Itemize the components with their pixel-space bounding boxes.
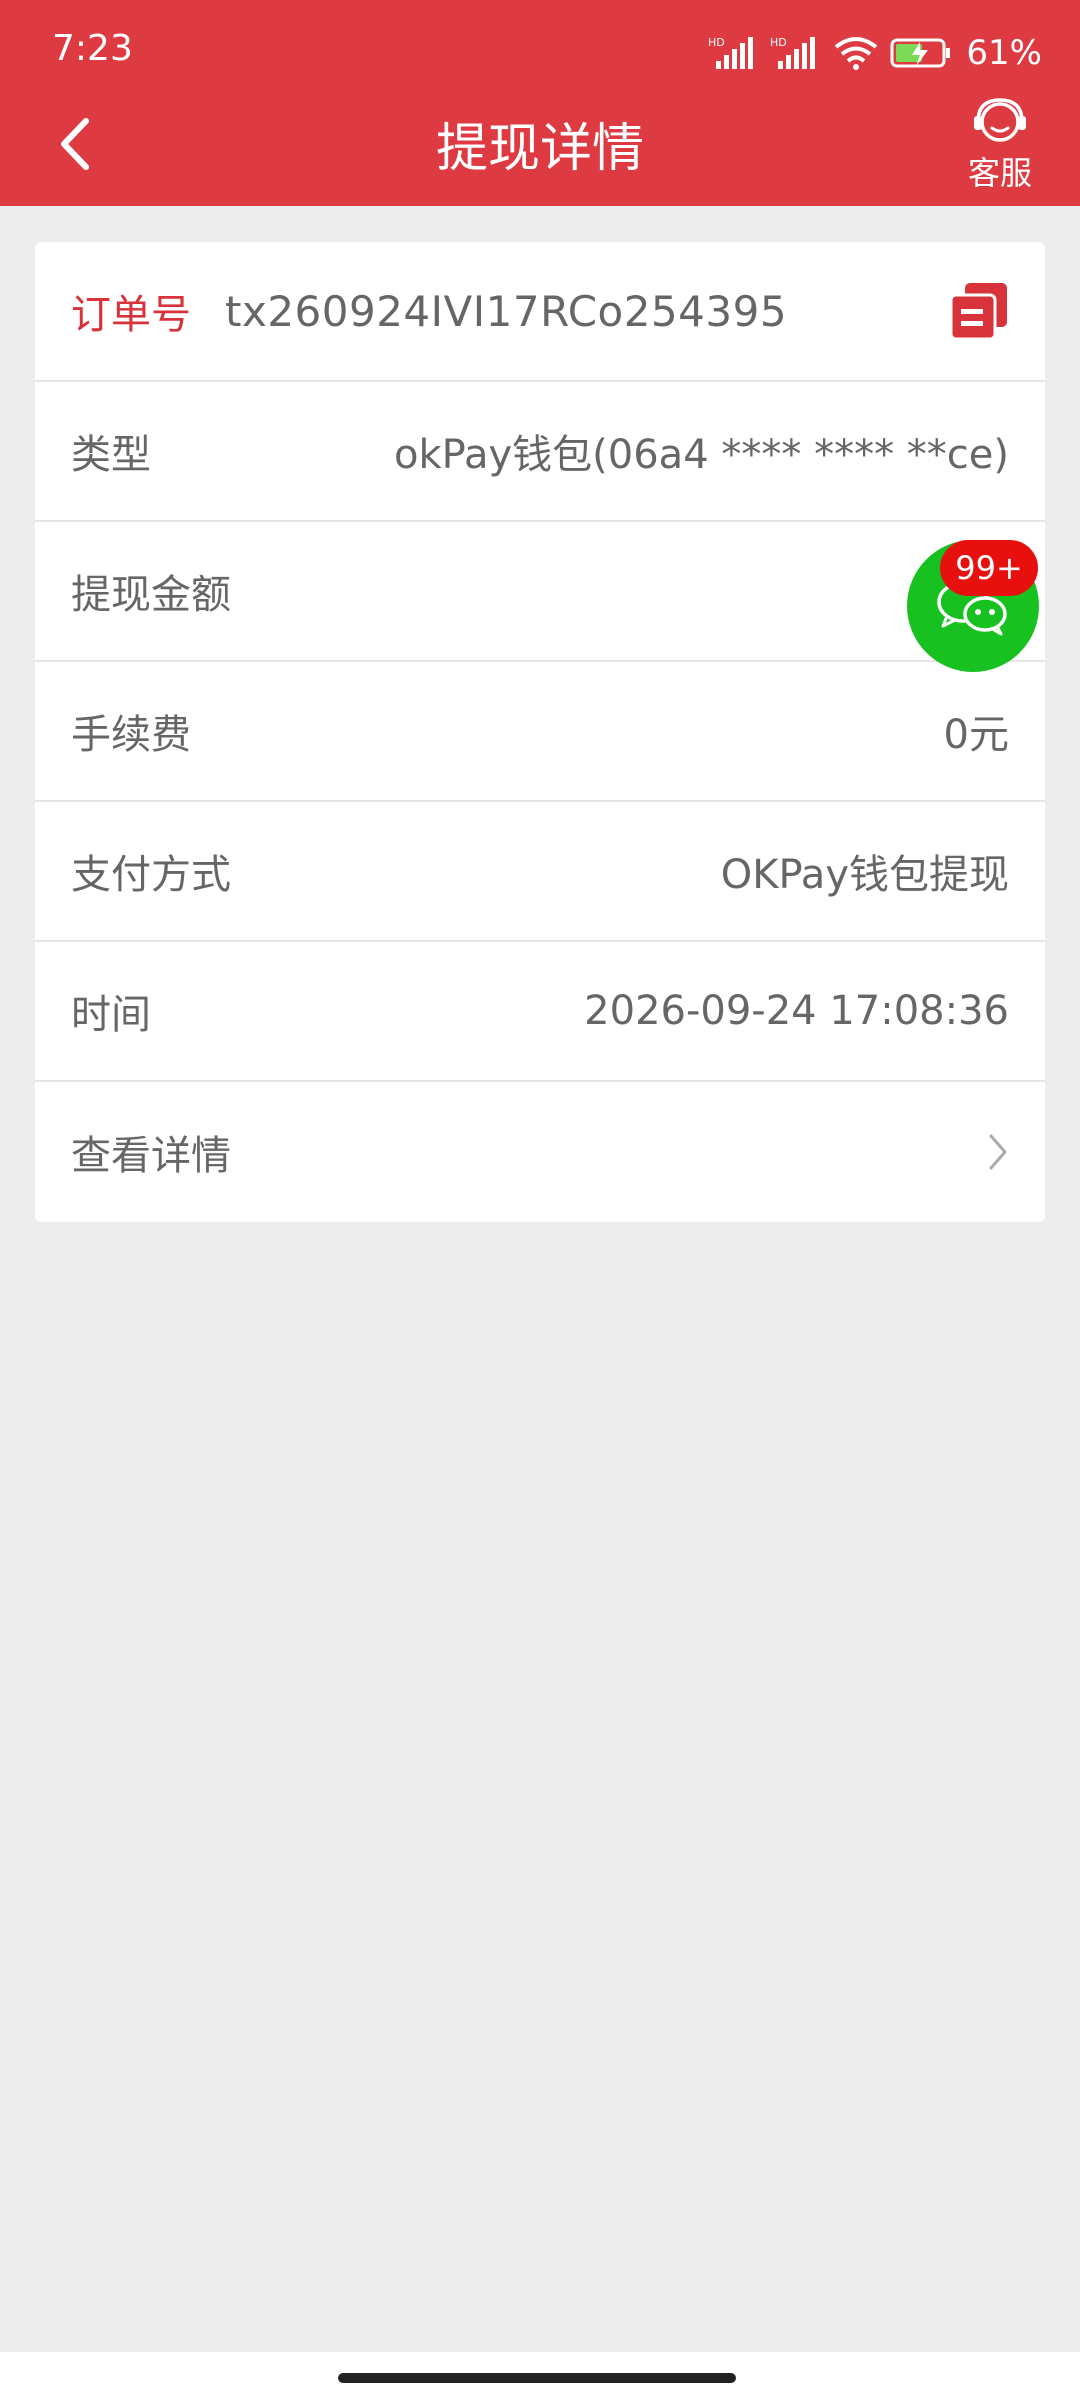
- headset-icon: [974, 98, 1026, 142]
- time-label: 时间: [71, 992, 151, 1038]
- amount-label: 提现金额: [71, 572, 231, 618]
- order-row: 订单号 tx260924IVI17RCo254395: [35, 242, 1045, 382]
- type-label: 类型: [71, 432, 151, 478]
- status-icons: HD HD 61%: [708, 28, 1042, 78]
- payment-method-value: OKPay钱包提现: [720, 852, 1009, 898]
- signal-icon: HD: [708, 36, 754, 69]
- time-value: 2026-09-24 17:08:36: [584, 988, 1009, 1034]
- page-title: 提现详情: [435, 119, 644, 179]
- amount-row: 提现金额 1: [35, 522, 1045, 662]
- withdrawal-detail-card: 订单号 tx260924IVI17RCo254395 类型 okPay钱包(06…: [35, 242, 1045, 1222]
- order-label: 订单号: [71, 292, 191, 338]
- chevron-right-icon: [989, 1134, 1007, 1170]
- view-details-row[interactable]: 查看详情: [35, 1082, 1045, 1222]
- svg-text:HD: HD: [770, 36, 787, 49]
- fee-label: 手续费: [71, 712, 191, 758]
- home-indicator[interactable]: [338, 2373, 736, 2383]
- battery-percent: 61%: [966, 33, 1042, 73]
- battery-icon: [890, 38, 951, 68]
- order-number: tx260924IVI17RCo254395: [225, 286, 788, 336]
- type-row: 类型 okPay钱包(06a4 **** **** **ce): [35, 382, 1045, 522]
- payment-method-label: 支付方式: [71, 852, 231, 898]
- status-time: 7:23: [52, 28, 133, 69]
- copy-icon: [949, 283, 1007, 341]
- copy-button[interactable]: [949, 281, 1009, 341]
- fee-row: 手续费 0元: [35, 662, 1045, 802]
- unread-badge: 99+: [940, 540, 1038, 596]
- payment-method-row: 支付方式 OKPay钱包提现: [35, 802, 1045, 942]
- type-value: okPay钱包(06a4 **** **** **ce): [394, 432, 1009, 478]
- customer-service-button[interactable]: 客服: [950, 96, 1050, 196]
- app-header: 7:23 HD HD 61% 提现详情 客服: [0, 0, 1080, 206]
- signal-icon: HD: [770, 36, 816, 69]
- customer-service-label: 客服: [967, 154, 1032, 192]
- view-details-label: 查看详情: [71, 1133, 231, 1179]
- svg-text:HD: HD: [708, 36, 725, 49]
- wifi-icon: [835, 37, 878, 70]
- fee-value: 0元: [943, 712, 1009, 758]
- time-row: 时间 2026-09-24 17:08:36: [35, 942, 1045, 1082]
